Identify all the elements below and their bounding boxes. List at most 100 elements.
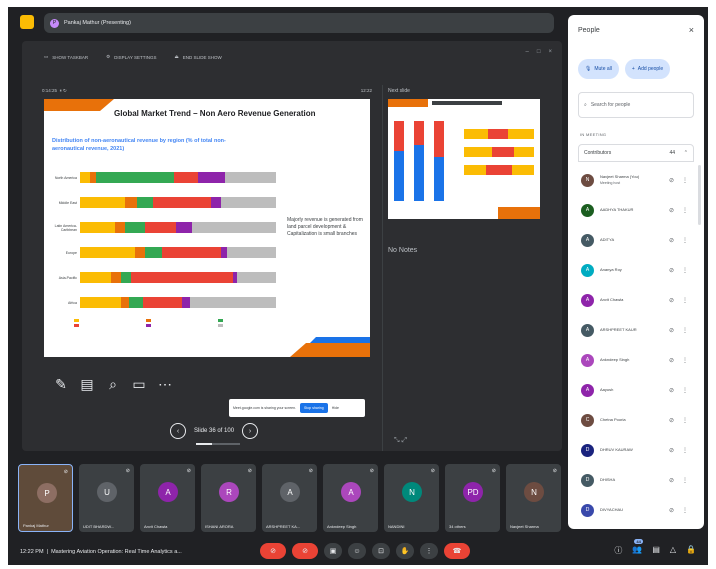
emoji-button[interactable]: ☺ [348, 543, 366, 559]
bar-category-label: Latin America-Caribbean [54, 223, 77, 232]
hide-button[interactable]: Hide [332, 406, 339, 410]
more-options-icon[interactable]: ⋮ [682, 237, 688, 244]
chevron-up-icon[interactable]: ⌃ [684, 150, 688, 156]
participant-row[interactable]: A ARSHPREET KAUR ⊘ ⋮ [578, 315, 694, 345]
participant-name: 34 others [449, 524, 466, 529]
mic-off-icon[interactable]: ⊘ [669, 267, 674, 274]
display-settings-button[interactable]: ⚙ DISPLAY SETTINGS [106, 54, 156, 60]
chat-icon[interactable]: ▤ [652, 545, 660, 556]
participant-name: DHISHA [600, 477, 616, 482]
people-title: People [578, 27, 600, 34]
bar-row: North America [52, 171, 276, 184]
mic-off-icon[interactable]: ⊘ [669, 357, 674, 364]
next-slide-button[interactable]: › [242, 423, 259, 439]
close-icon[interactable]: × [689, 25, 694, 35]
present-button[interactable]: ⊡ [372, 543, 390, 559]
mic-off-button[interactable]: ⊘ [260, 543, 286, 559]
participant-tile[interactable]: ⊘ A Ankndeep Singh [323, 464, 378, 532]
mic-off-icon[interactable]: ⊘ [669, 507, 674, 514]
zoom-icon[interactable]: ⌕ [104, 375, 122, 393]
previous-slide-button[interactable]: ‹ [170, 423, 186, 439]
minimize-icon[interactable]: – [526, 49, 529, 55]
more-options-icon[interactable]: ⋮ [682, 177, 688, 184]
mic-off-icon[interactable]: ⊘ [669, 297, 674, 304]
participant-row[interactable]: A Ananya Roy ⊘ ⋮ [578, 255, 694, 285]
search-people-input[interactable]: ⌕ Search for people [578, 92, 694, 118]
mute-all-button[interactable]: 🎙 Mute all [578, 59, 619, 79]
bar-segment [80, 272, 112, 283]
participant-row[interactable]: A Anvit Chawla ⊘ ⋮ [578, 285, 694, 315]
stop-sharing-button[interactable]: Stop sharing [300, 403, 328, 413]
more-options-button[interactable]: ⋮ [420, 543, 438, 559]
mic-off-icon: ⊘ [125, 468, 130, 474]
more-options-icon[interactable]: ⋯ [156, 375, 174, 393]
more-options-icon[interactable]: ⋮ [682, 507, 688, 514]
more-options-icon[interactable]: ⋮ [682, 387, 688, 394]
mic-off-icon[interactable]: ⊘ [669, 477, 674, 484]
info-icon[interactable]: ⓘ [614, 545, 622, 556]
mic-off-icon[interactable]: ⊘ [669, 327, 674, 334]
participant-tile[interactable]: ⊘ P Pankaj Mathur [18, 464, 73, 532]
participant-row[interactable]: D DIVYACHAU ⊘ ⋮ [578, 495, 694, 525]
participant-tile[interactable]: ⊘ U UDIT BHARDW... [79, 464, 134, 532]
captions-button[interactable]: ▣ [324, 543, 342, 559]
mic-off-icon[interactable]: ⊘ [669, 207, 674, 214]
participant-row[interactable]: A AADHYA THAKUR ⊘ ⋮ [578, 195, 694, 225]
slide-tools: ✎ ▤ ⌕ ▭ ⋯ [52, 375, 174, 393]
people-actions: 🎙 Mute all + Add people [578, 59, 671, 79]
mic-off-icon[interactable]: ⊘ [669, 387, 674, 394]
end-show-button[interactable]: ⏏ END SLIDE SHOW [175, 54, 222, 60]
participant-row[interactable]: A Aayush ⊘ ⋮ [578, 375, 694, 405]
mic-off-icon[interactable]: ⊘ [669, 177, 674, 184]
raise-hand-button[interactable]: ✋ [396, 543, 414, 559]
maximize-icon[interactable]: □ [537, 49, 541, 55]
contributors-section[interactable]: Contributors 44 ⌃ [578, 144, 694, 162]
participant-row[interactable]: A Ankndeep Singh ⊘ ⋮ [578, 345, 694, 375]
more-options-icon[interactable]: ⋮ [682, 477, 688, 484]
participant-row[interactable]: D DHISHA ⊘ ⋮ [578, 465, 694, 495]
expand-icon[interactable]: ⤡ ⤢ [394, 437, 407, 445]
more-options-icon[interactable]: ⋮ [682, 447, 688, 454]
more-options-icon[interactable]: ⋮ [682, 417, 688, 424]
camera-off-button[interactable]: ⊘ [292, 543, 318, 559]
participant-row[interactable]: A ADITYA ⊘ ⋮ [578, 225, 694, 255]
mic-off-icon[interactable]: ⊘ [669, 237, 674, 244]
search-icon: ⌕ [584, 102, 587, 108]
legend-item [218, 324, 284, 327]
presenter-chip[interactable]: P Pankaj Mathur (Presenting) [44, 13, 554, 33]
bar-segment [80, 222, 116, 233]
leave-call-button[interactable]: ☎ [444, 543, 470, 559]
more-options-icon[interactable]: ⋮ [682, 357, 688, 364]
scrollbar[interactable] [698, 165, 701, 225]
mic-off-icon[interactable]: ⊘ [669, 417, 674, 424]
participant-tile[interactable]: ⊘ R ISHANI ARORA [201, 464, 256, 532]
participant-row[interactable]: D DHRUV KAURAW ⊘ ⋮ [578, 435, 694, 465]
slide-navigation: ‹ Slide 36 of 100 › [170, 423, 259, 439]
show-taskbar-button[interactable]: ▭ SHOW TASKBAR [44, 54, 88, 60]
people-icon[interactable]: 👥 44 [632, 539, 643, 556]
participant-tile[interactable]: ⊘ A Anvit Chawla [140, 464, 195, 532]
participant-tile[interactable]: ⊘ N Navjeet Sharma [506, 464, 561, 532]
mute-all-label: Mute all [594, 66, 612, 72]
next-slide-thumbnail[interactable] [388, 99, 540, 219]
more-options-icon[interactable]: ⋮ [682, 297, 688, 304]
avatar: C [581, 413, 594, 427]
pen-icon[interactable]: ✎ [52, 375, 70, 393]
host-controls-icon[interactable]: 🔒 [686, 545, 696, 556]
pointer-icon[interactable]: ▭ [130, 375, 148, 393]
slide-sorter-icon[interactable]: ▤ [78, 375, 96, 393]
more-options-icon[interactable]: ⋮ [682, 327, 688, 334]
participant-tile[interactable]: ⊘ N NANDINI [384, 464, 439, 532]
slide-accent-top [44, 99, 114, 111]
more-options-icon[interactable]: ⋮ [682, 207, 688, 214]
slide-title: Global Market Trend – Non Aero Revenue G… [114, 109, 316, 118]
activities-icon[interactable]: △ [670, 545, 676, 556]
add-people-button[interactable]: + Add people [624, 59, 671, 79]
mic-off-icon[interactable]: ⊘ [669, 447, 674, 454]
participant-row[interactable]: C Chetna Pooria ⊘ ⋮ [578, 405, 694, 435]
close-icon[interactable]: × [548, 49, 552, 55]
more-options-icon[interactable]: ⋮ [682, 267, 688, 274]
participant-tile[interactable]: ⊘ A ARSHPREET KA... [262, 464, 317, 532]
participant-tile[interactable]: ⊘ PD 34 others [445, 464, 500, 532]
participant-row[interactable]: N Navjeet Sharma (You) Meeting host ⊘ ⋮ [578, 165, 694, 195]
